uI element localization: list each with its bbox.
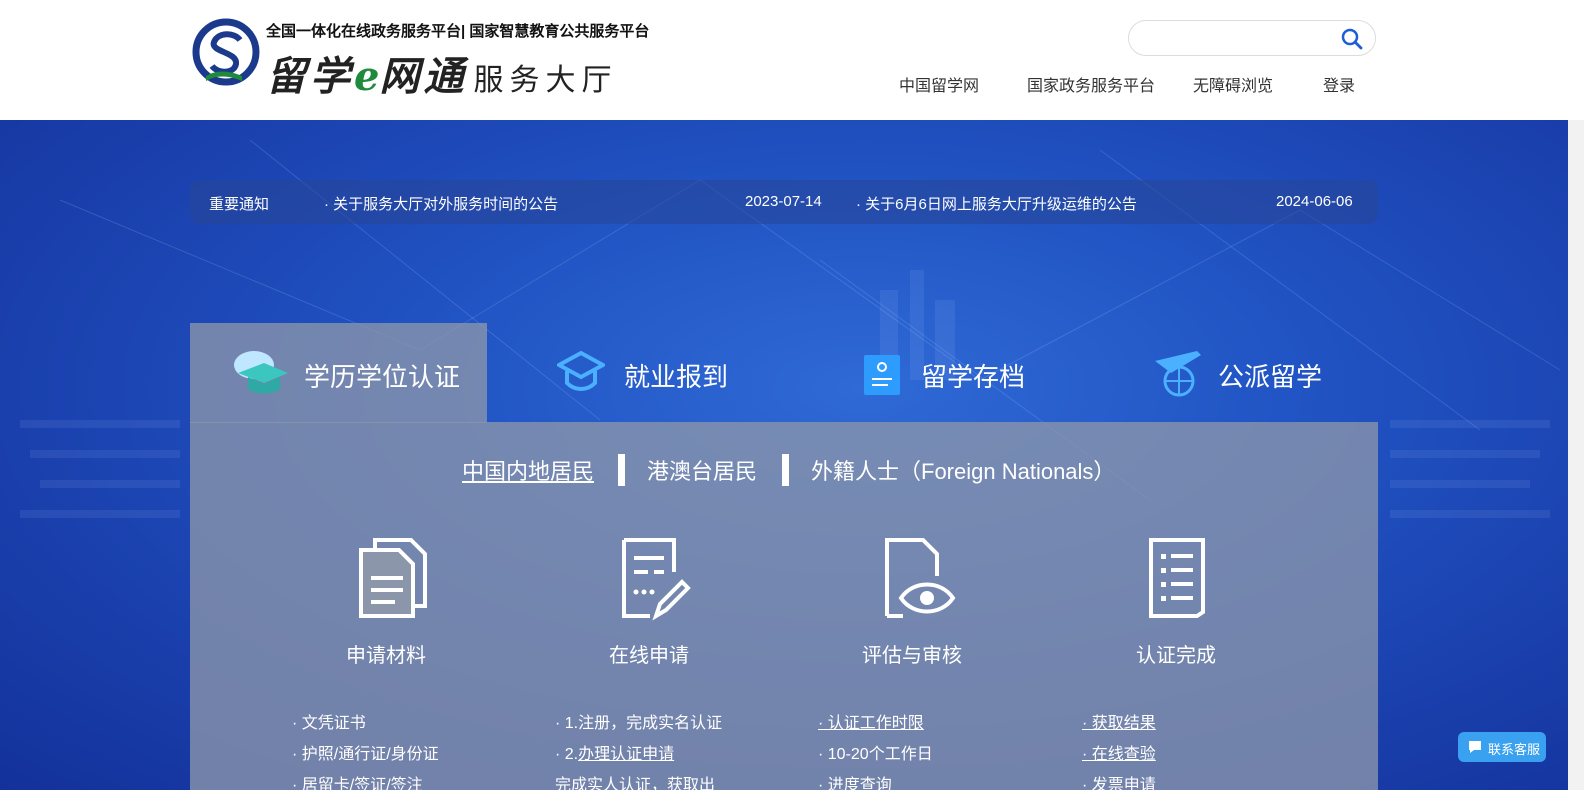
tab-label: 留学存档 [921, 362, 1026, 392]
list-item[interactable]: · 在线查验 [1082, 739, 1156, 770]
brand-hall: 服务大厅 [473, 63, 618, 98]
tab-degree-certification[interactable]: 学历学位认证 [190, 323, 487, 423]
brand-main: 留学 [266, 53, 354, 100]
tab-label: 学历学位认证 [304, 362, 461, 392]
step-application-materials: 申请材料 [266, 532, 506, 668]
step-title: 认证完成 [1136, 645, 1216, 667]
subtab-hk-macao-taiwan[interactable]: 港澳台居民 [647, 454, 757, 486]
brand-e: e [354, 53, 380, 100]
chat-icon [1469, 741, 1481, 753]
list-item[interactable]: · 进度查询 [818, 770, 933, 790]
tab-panel: 中国内地居民 港澳台居民 外籍人士（Foreign Nationals） 申请材… [190, 422, 1378, 790]
step-title: 申请材料 [346, 645, 426, 667]
notice-bar: 重要通知 · 关于服务大厅对外服务时间的公告 2023-07-14 · 关于6月… [190, 180, 1378, 224]
subtab-divider [618, 454, 625, 486]
step-title: 评估与审核 [862, 645, 962, 667]
step-certification-complete: 认证完成 [1056, 532, 1296, 668]
list-item[interactable]: · 2.办理认证申请 [555, 739, 722, 770]
logo-icon[interactable] [192, 18, 262, 88]
notice-item-title[interactable]: · 关于服务大厅对外服务时间的公告 [324, 193, 558, 214]
notice-item-date: 2024-06-06 [1276, 193, 1353, 210]
list-item: · 居留卡/签证/签注 [292, 777, 423, 790]
brand-title[interactable]: 留学e网通 服务大厅 [266, 44, 617, 102]
document-eye-icon [885, 538, 956, 618]
step-items-materials: · 文凭证书 · 护照/通行证/身份证 · 居留卡/签证/签注 [292, 708, 439, 790]
tab-public-study-abroad[interactable]: 公派留学 [1081, 323, 1378, 423]
list-item: 完成实人认证，获取出 [555, 777, 716, 790]
nav-link-accessibility[interactable]: 无障碍浏览 [1193, 72, 1273, 96]
plane-globe-icon [1155, 351, 1201, 397]
step-evaluation-review: 评估与审核 [792, 532, 1032, 668]
tab-label: 就业报到 [624, 362, 729, 392]
graduation-cap-icon [234, 351, 288, 394]
step-items-review: · 认证工作时限 · 10-20个工作日 · 进度查询 [818, 708, 933, 790]
search-icon[interactable] [1341, 28, 1363, 50]
step-items-complete: · 获取结果 · 在线查验 · 发票申请 [1082, 708, 1156, 790]
service-tabs: 学历学位认证 就业报到 留学存档 公派留学 [190, 323, 1378, 423]
platform-tagline: 全国一体化在线政务服务平台| 国家智慧教育公共服务平台 [266, 23, 650, 40]
resident-type-tabs: 中国内地居民 港澳台居民 外籍人士（Foreign Nationals） [190, 454, 1378, 494]
step-title: 在线申请 [609, 645, 689, 667]
subtab-mainland-residents[interactable]: 中国内地居民 [462, 454, 594, 486]
archive-folder-icon [864, 355, 900, 395]
tab-study-archive[interactable]: 留学存档 [784, 323, 1081, 423]
notice-label: 重要通知 [209, 196, 270, 213]
mortarboard-icon [557, 350, 605, 391]
hero-section: 重要通知 · 关于服务大厅对外服务时间的公告 2023-07-14 · 关于6月… [0, 120, 1568, 790]
step-items-online: · 1.注册，完成实名认证 · 2.办理认证申请 完成实人认证，获取出 [555, 708, 722, 790]
search-input[interactable] [1143, 29, 1337, 47]
customer-service-button[interactable]: 联系客服 [1458, 732, 1546, 762]
list-item[interactable]: · 获取结果 [1082, 708, 1156, 739]
checklist-icon [1149, 538, 1205, 618]
tab-label: 公派留学 [1218, 362, 1323, 392]
subtab-foreign-nationals[interactable]: 外籍人士（Foreign Nationals） [811, 454, 1115, 486]
form-edit-icon [622, 538, 691, 621]
nav-link-cscse[interactable]: 中国留学网 [899, 72, 979, 96]
nav-link-login[interactable]: 登录 [1323, 72, 1355, 96]
list-item: · 文凭证书 [292, 715, 366, 732]
list-item[interactable]: · 认证工作时限 [818, 708, 933, 739]
notice-item-date: 2023-07-14 [745, 193, 822, 210]
list-item: · 护照/通行证/身份证 [292, 746, 439, 763]
subtab-divider [782, 454, 789, 486]
documents-icon [359, 538, 427, 618]
customer-service-label: 联系客服 [1488, 742, 1541, 757]
list-item: · 1.注册，完成实名认证 [555, 715, 723, 732]
step-online-application: 在线申请 [529, 532, 769, 668]
tab-employment-registration[interactable]: 就业报到 [487, 323, 784, 423]
apply-link[interactable]: 办理认证申请 [578, 746, 674, 763]
brand-net: 网通 [379, 53, 468, 100]
nav-link-gov-platform[interactable]: 国家政务服务平台 [1027, 72, 1155, 96]
notice-item-title[interactable]: · 关于6月6日网上服务大厅升级运维的公告 [856, 193, 1137, 214]
list-item[interactable]: · 发票申请 [1082, 770, 1156, 790]
page-scrollbar[interactable] [1568, 120, 1584, 790]
site-header: 全国一体化在线政务服务平台| 国家智慧教育公共服务平台 留学e网通 服务大厅 中国… [0, 0, 1584, 120]
search-box [1128, 20, 1376, 56]
list-item: · 10-20个工作日 [818, 746, 933, 763]
